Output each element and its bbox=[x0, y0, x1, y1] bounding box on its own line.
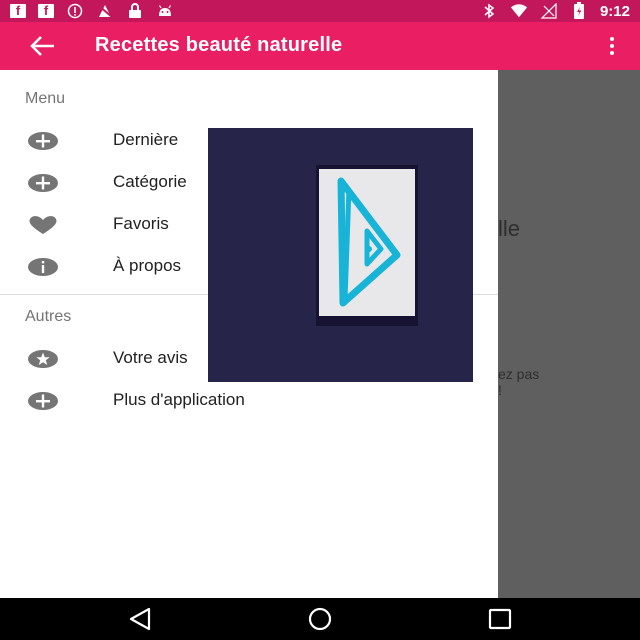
battery-charging-icon bbox=[570, 2, 588, 19]
plus-circle-icon bbox=[27, 391, 59, 411]
app-bar: Recettes beauté naturelle bbox=[0, 22, 640, 70]
drawer-item-plus-application[interactable]: Plus d'application bbox=[0, 380, 498, 422]
back-arrow-icon[interactable] bbox=[28, 32, 58, 60]
android-icon bbox=[156, 3, 174, 19]
overlay-popup[interactable] bbox=[208, 128, 473, 382]
drawer-item-label: À propos bbox=[113, 256, 182, 275]
recents-square-icon[interactable] bbox=[486, 606, 514, 632]
drawer-item-label: Catégorie bbox=[113, 172, 187, 191]
overflow-menu-icon[interactable] bbox=[608, 36, 616, 56]
plus-circle-icon bbox=[27, 173, 59, 193]
lock-icon bbox=[126, 3, 144, 19]
content-text-fragment: ez pas bbox=[498, 366, 540, 382]
facebook-icon: f bbox=[10, 4, 26, 18]
dimmed-content[interactable]: lle ez pas ! bbox=[498, 70, 640, 598]
play-logo-card bbox=[316, 165, 418, 326]
play-triangle-icon bbox=[337, 177, 401, 307]
signal-icon bbox=[540, 3, 558, 19]
app-title: Recettes beauté naturelle bbox=[95, 34, 343, 56]
play-logo-background bbox=[319, 169, 415, 316]
content-title-fragment: lle bbox=[498, 216, 521, 241]
status-bar: f f 9:12 bbox=[0, 0, 640, 22]
facebook-icon: f bbox=[38, 4, 54, 18]
fire-no-ads-icon bbox=[96, 3, 114, 19]
drawer-item-label: Dernière bbox=[113, 130, 179, 149]
drawer-item-label: Plus d'application bbox=[113, 390, 245, 409]
bluetooth-icon bbox=[480, 3, 498, 19]
drawer-item-label: Favoris bbox=[113, 214, 169, 233]
content-text-fragment: ! bbox=[498, 382, 502, 398]
home-circle-icon[interactable] bbox=[306, 606, 334, 632]
info-circle-icon bbox=[66, 3, 84, 19]
system-nav-bar bbox=[0, 598, 640, 640]
info-circle-icon bbox=[27, 257, 59, 277]
section-header-menu: Menu bbox=[25, 90, 66, 107]
back-triangle-icon[interactable] bbox=[127, 606, 155, 632]
star-circle-icon bbox=[27, 349, 59, 369]
wifi-icon bbox=[510, 3, 528, 19]
status-clock: 9:12 bbox=[599, 2, 630, 20]
section-header-autres: Autres bbox=[25, 308, 72, 325]
plus-circle-icon bbox=[27, 131, 59, 151]
heart-icon bbox=[27, 215, 59, 235]
drawer-item-label: Votre avis bbox=[113, 348, 188, 367]
